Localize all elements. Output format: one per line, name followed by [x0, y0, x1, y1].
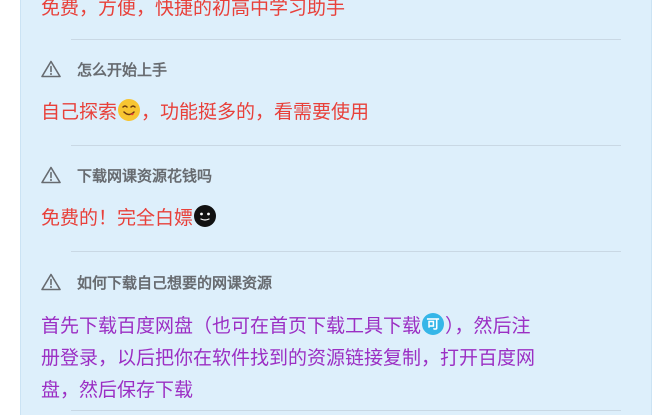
faq-question-1[interactable]: 怎么开始上手 [41, 58, 167, 80]
faq-question-3-text: 如何下载自己想要的网课资源 [77, 273, 273, 292]
faq-answer-3-line1-prefix: 首先下载百度网盘（也可在首页下载工具下载 [41, 315, 422, 337]
warning-triangle-icon [41, 166, 61, 184]
faq-question-2-text: 下载网课资源花钱吗 [77, 166, 213, 185]
warning-triangle-icon [41, 60, 61, 78]
faq-question-3[interactable]: 如何下载自己想要的网课资源 [41, 271, 272, 293]
faq-answer-3: 首先下载百度网盘（也可在首页下载工具下载 可 ），然后注 册登录，以后把你在软件… [41, 310, 641, 406]
divider [71, 251, 621, 252]
faq-answer-1-prefix: 自己探索 [41, 101, 118, 123]
divider [71, 145, 621, 146]
faq-question-2[interactable]: 下载网课资源花钱吗 [41, 164, 212, 186]
faq-answer-1-suffix: ，功能挺多的，看需要使用 [141, 101, 370, 123]
faq-answer-3-line1-suffix: ），然后注 [445, 315, 531, 337]
faq-answer-1: 自己探索 ，功能挺多的，看需要使用 [41, 96, 369, 128]
faq-answer-2: 免费的！完全白嫖 [41, 202, 217, 234]
intro-answer-text: 免费，方便，快捷的初高中学习助手 [41, 0, 346, 19]
dark-face-emoji [194, 205, 217, 227]
divider [71, 410, 621, 411]
faq-panel: 免费，方便，快捷的初高中学习助手 怎么开始上手 自己探索 ，功能挺多的，看需要使… [20, 0, 652, 415]
faq-answer-3-line2: 册登录，以后把你在软件找到的资源链接复制，打开百度网 [41, 347, 536, 369]
faq-answer-3-line1: 首先下载百度网盘（也可在首页下载工具下载 可 ），然后注 [41, 310, 641, 342]
warning-triangle-icon [41, 273, 61, 291]
faq-answer-2-prefix: 免费的！完全白嫖 [41, 207, 194, 229]
intro-answer: 免费，方便，快捷的初高中学习助手 [41, 0, 345, 24]
ke-badge-emoji: 可 [422, 313, 445, 335]
ke-badge-text: 可 [427, 318, 440, 333]
divider [71, 39, 621, 40]
faq-answer-3-line3: 盘，然后保存下载 [41, 379, 194, 401]
yummy-face-emoji [118, 99, 141, 121]
faq-question-1-text: 怎么开始上手 [77, 60, 168, 79]
